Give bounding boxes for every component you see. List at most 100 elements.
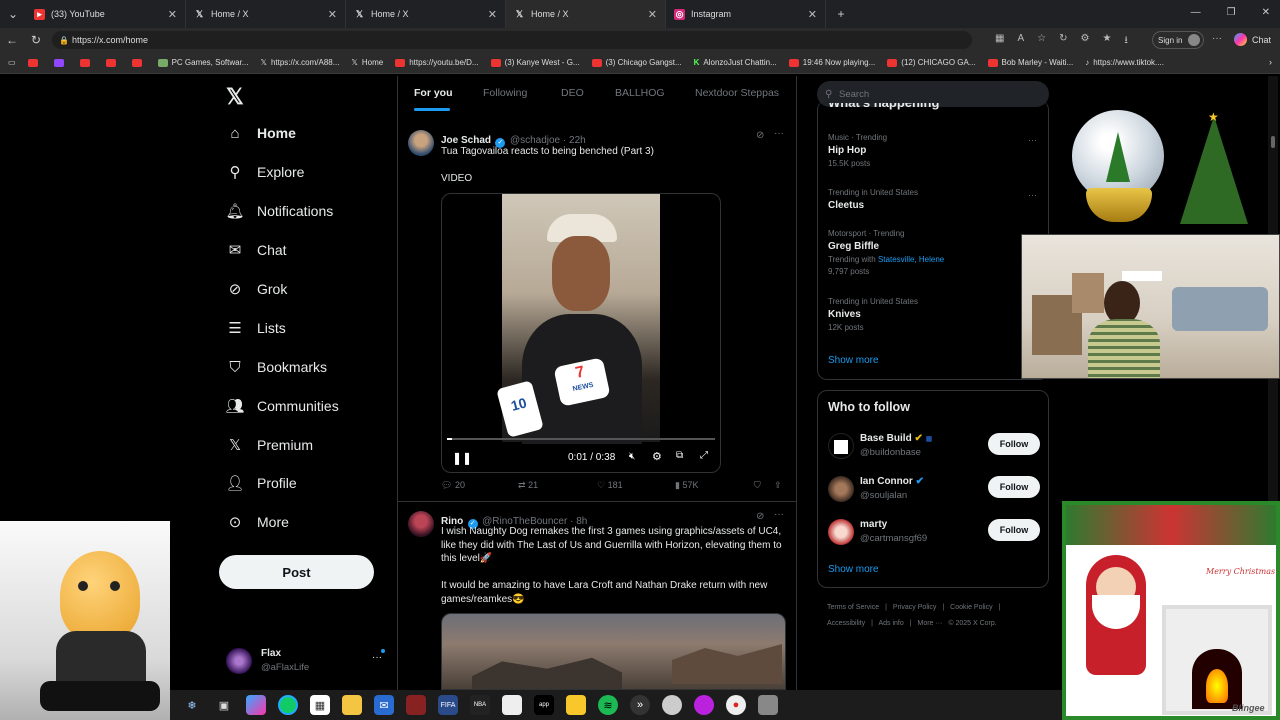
footer-link[interactable]: Privacy Policy xyxy=(893,604,937,611)
nav-more[interactable]: ⊙ More xyxy=(226,513,289,531)
file-explorer-icon[interactable] xyxy=(342,695,362,715)
follow-button[interactable]: Follow xyxy=(988,476,1040,498)
favorite-star-icon[interactable]: ☆ xyxy=(1037,33,1046,50)
follow-suggestion[interactable]: Ian Connor ✔ @souljalan Follow xyxy=(828,474,1040,508)
new-tab-icon[interactable]: + xyxy=(826,7,856,21)
close-icon[interactable]: ✕ xyxy=(808,8,817,21)
nav-premium[interactable]: 𝕏 Premium xyxy=(226,436,313,454)
grok-icon[interactable]: ⊘ xyxy=(756,511,764,522)
extensions-icon[interactable]: ⚙ xyxy=(1080,33,1089,50)
nav-notifications[interactable]: 🔔︎ Notifications xyxy=(225,202,333,220)
close-icon[interactable]: ✕ xyxy=(328,8,337,21)
share-icon[interactable]: ⇪ xyxy=(774,480,782,491)
bookmark-item[interactable]: 𝕏https://x.com/A88... xyxy=(260,58,339,67)
url-input[interactable]: 🔒 https://x.com/home xyxy=(52,31,972,49)
app-icon[interactable]: » xyxy=(630,695,650,715)
bookmarks-overflow-icon[interactable]: › xyxy=(1269,57,1272,67)
trend-item[interactable]: Trending in United States Cleetus xyxy=(828,188,918,211)
tab-deo[interactable]: DEO xyxy=(561,87,584,99)
store-icon[interactable]: ▦ xyxy=(310,695,330,715)
window-close-icon[interactable]: ✕ xyxy=(1262,7,1270,18)
trend-item[interactable]: Trending in United States Knives 12K pos… xyxy=(828,297,918,332)
snowflake-widget-icon[interactable]: ❄ xyxy=(182,695,202,715)
browser-tab[interactable]: 𝕏 Home / X ✕ xyxy=(346,0,506,28)
close-icon[interactable]: ✕ xyxy=(488,8,497,21)
footer-link[interactable]: Terms of Service xyxy=(827,604,879,611)
task-view-icon[interactable]: ▣ xyxy=(214,695,234,715)
like-button[interactable]: ♡ 181 xyxy=(597,480,623,491)
browser-tab[interactable]: ▸ (33) YouTube ✕ xyxy=(26,0,186,28)
follow-button[interactable]: Follow xyxy=(988,433,1040,455)
tweet-image[interactable] xyxy=(441,613,786,690)
app-icon[interactable]: FIFA xyxy=(438,695,458,715)
download-icon[interactable]: ⭳ xyxy=(1124,33,1128,50)
bookmark-item[interactable]: https://youtu.be/D... xyxy=(395,58,479,67)
tab-nextdoor-steppas[interactable]: Nextdoor Steppas xyxy=(695,87,779,99)
footer-link[interactable]: Accessibility xyxy=(827,620,865,627)
tweet[interactable]: Joe Schad ✓ @schadjoe · 22h ⊘ ··· Tua Ta… xyxy=(398,122,796,502)
read-aloud-icon[interactable]: A xyxy=(1017,33,1024,50)
app-icon[interactable] xyxy=(406,695,426,715)
views-button[interactable]: ▮ 57K xyxy=(675,480,698,491)
bookmarks-menu-icon[interactable]: ▭ xyxy=(8,58,16,67)
bookmark-item[interactable]: (3) Kanye West - G... xyxy=(490,58,580,67)
footer-link[interactable]: Ads info xyxy=(878,620,903,627)
bookmark-youtube-icon[interactable] xyxy=(131,58,146,67)
app-icon[interactable] xyxy=(566,695,586,715)
trend-item[interactable]: Music · Trending Hip Hop 15.5K posts xyxy=(828,133,887,168)
app-icon[interactable] xyxy=(694,695,714,715)
close-icon[interactable]: ✕ xyxy=(168,8,177,21)
reply-button[interactable]: 💬︎ 20 xyxy=(441,480,465,491)
show-more-link[interactable]: Show more xyxy=(828,564,879,575)
nav-explore[interactable]: ⚲ Explore xyxy=(226,163,305,181)
bookmark-youtube-icon[interactable] xyxy=(27,58,42,67)
nav-communities[interactable]: 👥︎ Communities xyxy=(225,397,338,415)
bookmark-item[interactable]: K AlonzoJust Chattin... xyxy=(694,58,777,67)
fullscreen-icon[interactable]: ⤢ xyxy=(700,450,708,461)
more-icon[interactable]: ··· xyxy=(1212,33,1222,44)
x-logo-icon[interactable]: 𝕏 xyxy=(226,84,244,110)
tab-actions-icon[interactable]: ⌄ xyxy=(0,7,26,21)
more-icon[interactable]: ··· xyxy=(774,509,784,520)
nav-home[interactable]: ⌂ Home xyxy=(226,124,295,142)
tab-following[interactable]: Following xyxy=(483,87,527,99)
avatar[interactable] xyxy=(408,130,434,156)
more-icon[interactable]: ··· xyxy=(1028,135,1037,145)
nav-grok[interactable]: ⊘ Grok xyxy=(226,280,288,298)
more-icon[interactable]: ··· xyxy=(774,128,784,139)
app-icon[interactable]: app xyxy=(534,695,554,715)
bookmark-item[interactable]: 𝕏 Home xyxy=(351,58,383,67)
nav-chat[interactable]: ✉ Chat xyxy=(226,241,287,259)
post-button[interactable]: Post xyxy=(219,555,374,589)
video-progress-track[interactable] xyxy=(447,438,715,440)
nav-lists[interactable]: ☰ Lists xyxy=(226,319,286,337)
bookmark-twitch-icon[interactable] xyxy=(53,58,68,67)
bookmark-item[interactable]: PC Games, Softwar... xyxy=(157,58,248,67)
footer-link[interactable]: More ··· xyxy=(918,620,943,627)
app-icon[interactable] xyxy=(502,695,522,715)
refresh-extension-icon[interactable]: ↻ xyxy=(1059,33,1067,50)
mail-icon[interactable]: ✉ xyxy=(374,695,394,715)
follow-suggestion[interactable]: Base Build ✔ ◼ @buildonbase Follow xyxy=(828,431,1040,465)
copilot-chat-button[interactable]: Chat xyxy=(1234,33,1271,46)
bookmark-item[interactable]: ♪ https://www.tiktok.... xyxy=(1085,58,1164,67)
trend-with-links[interactable]: Statesville, Helene xyxy=(878,255,944,264)
mute-icon[interactable]: 🔇︎ xyxy=(629,451,635,462)
scrollbar-thumb[interactable] xyxy=(1271,136,1275,148)
refresh-icon[interactable]: ↻ xyxy=(24,33,48,47)
browser-tab[interactable]: ◎ Instagram ✕ xyxy=(666,0,826,28)
bookmark-item[interactable]: 19:46 Now playing... xyxy=(788,58,875,67)
pause-icon[interactable]: ❚❚ xyxy=(452,451,472,465)
close-icon[interactable]: ✕ xyxy=(648,8,657,21)
app-icon[interactable]: ▦ xyxy=(995,33,1004,50)
settings-icon[interactable]: ⚙ xyxy=(652,450,662,463)
app-icon[interactable]: ● xyxy=(726,695,746,715)
tweet[interactable]: Rino ✓ @RinoTheBouncer · 8h ⊘ ··· I wish… xyxy=(398,503,796,690)
nav-profile[interactable]: 👤︎ Profile xyxy=(225,474,296,492)
avatar[interactable] xyxy=(408,511,434,537)
app-icon[interactable] xyxy=(758,695,778,715)
trend-item[interactable]: Motorsport · Trending Greg Biffle Trendi… xyxy=(828,229,944,276)
follow-button[interactable]: Follow xyxy=(988,519,1040,541)
edge-icon[interactable] xyxy=(278,695,298,715)
show-more-link[interactable]: Show more xyxy=(828,355,879,366)
